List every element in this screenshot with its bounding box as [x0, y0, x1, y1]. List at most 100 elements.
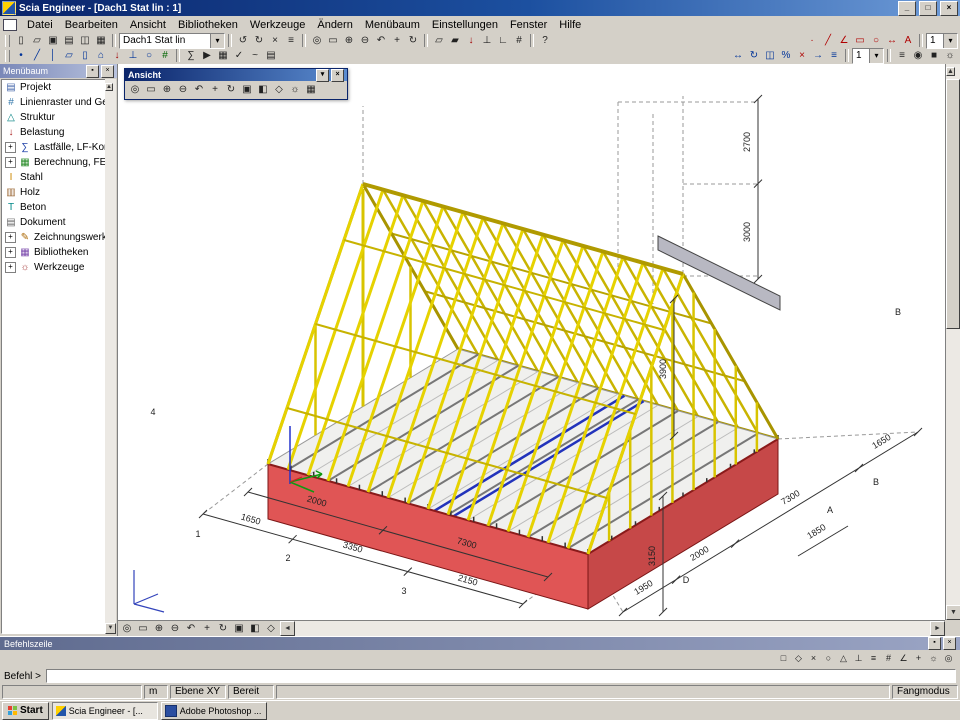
snap-ortho-icon[interactable]: +: [911, 652, 926, 666]
draw-polyline-icon[interactable]: ∠: [836, 34, 852, 48]
show-grid-icon[interactable]: #: [511, 34, 527, 48]
menu-bearbeiten[interactable]: Bearbeiten: [59, 18, 124, 32]
toolbar-grip[interactable]: [5, 35, 10, 47]
chevron-down-icon[interactable]: ▾: [210, 34, 224, 48]
view-top-icon[interactable]: ▣: [239, 83, 255, 97]
expander-icon[interactable]: +: [5, 232, 16, 243]
snap-perpendicular-icon[interactable]: ⊥: [851, 652, 866, 666]
menu-einstellungen[interactable]: Einstellungen: [426, 18, 504, 32]
sidebar-item-dokument[interactable]: ▤Dokument: [2, 215, 106, 230]
scale-field[interactable]: 1 ▾: [926, 33, 958, 49]
ansicht-floating-toolbar[interactable]: Ansicht ▾ × ◎▭⊕⊖↶+↻▣◧◇☼▦: [124, 68, 348, 100]
scroll-up-icon[interactable]: ▲: [946, 67, 955, 76]
extend-icon[interactable]: →: [810, 49, 826, 63]
text-icon[interactable]: A: [900, 34, 916, 48]
task-photoshop[interactable]: Adobe Photoshop ...: [161, 702, 267, 720]
new-column-icon[interactable]: │: [45, 49, 61, 63]
view-front-icon[interactable]: ◧: [255, 83, 271, 97]
menu-datei[interactable]: Datei: [21, 18, 59, 32]
rendered-icon[interactable]: ▰: [447, 34, 463, 48]
toolbar-grip[interactable]: [5, 50, 10, 62]
visibility-icon[interactable]: ◉: [910, 49, 926, 63]
zoom-in-icon[interactable]: ⊕: [159, 83, 175, 97]
scroll-down-icon[interactable]: ▼: [105, 623, 116, 634]
view-top-icon[interactable]: ▣: [231, 622, 247, 636]
snap-off-icon[interactable]: ◎: [941, 652, 956, 666]
fe-mesh-icon[interactable]: ▦: [215, 49, 231, 63]
zoom-in-icon[interactable]: ⊕: [151, 622, 167, 636]
light-icon[interactable]: ☼: [287, 83, 303, 97]
show-loads-icon[interactable]: ↓: [463, 34, 479, 48]
undo-icon[interactable]: ↺: [235, 34, 251, 48]
previous-view-icon[interactable]: ↶: [191, 83, 207, 97]
sidebar-item-struktur[interactable]: △Struktur: [2, 110, 106, 125]
sidebar-item-berechnung[interactable]: +▦Berechnung, FE-Netz: [2, 155, 106, 170]
zoom-all-icon[interactable]: ◎: [127, 83, 143, 97]
zoom-all-icon[interactable]: ◎: [119, 622, 135, 636]
sidebar-item-linienraster[interactable]: #Linienraster und Gescho: [2, 95, 106, 110]
draw-point-icon[interactable]: ·: [804, 34, 820, 48]
view-front-icon[interactable]: ◧: [247, 622, 263, 636]
draw-circle-icon[interactable]: ○: [868, 34, 884, 48]
scrollbar-thumb[interactable]: [946, 79, 960, 329]
trim-icon[interactable]: ×: [794, 49, 810, 63]
new-load-icon[interactable]: ↓: [109, 49, 125, 63]
menu-menuebaum[interactable]: Menübaum: [359, 18, 426, 32]
child-window-icon[interactable]: [3, 19, 17, 31]
check-steel-icon[interactable]: ✓: [231, 49, 247, 63]
pan-icon[interactable]: +: [207, 83, 223, 97]
snap-midpoint-icon[interactable]: ◇: [791, 652, 806, 666]
help-icon[interactable]: ?: [537, 34, 553, 48]
previous-view-icon[interactable]: ↶: [373, 34, 389, 48]
scrollbar-track[interactable]: [295, 621, 930, 636]
properties-icon[interactable]: ≡: [283, 34, 299, 48]
render-mode-icon[interactable]: ▦: [303, 83, 319, 97]
status-units[interactable]: m: [144, 685, 168, 699]
sidebar-item-zeichnungswerkzeuge[interactable]: +✎Zeichnungswerkzeuge: [2, 230, 106, 245]
zoom-out-icon[interactable]: ⊖: [167, 622, 183, 636]
show-local-axes-icon[interactable]: ∟: [495, 34, 511, 48]
print-icon[interactable]: ▤: [61, 34, 77, 48]
expander-icon[interactable]: +: [5, 142, 16, 153]
menu-bibliotheken[interactable]: Bibliotheken: [172, 18, 244, 32]
layer-scale-field[interactable]: 1 ▾: [852, 48, 884, 64]
sidebar-item-holz[interactable]: ▥Holz: [2, 185, 106, 200]
command-caption[interactable]: Befehlszeile ▪ ×: [0, 637, 960, 650]
zoom-window-icon[interactable]: ▭: [143, 83, 159, 97]
chevron-down-icon[interactable]: ▾: [869, 49, 883, 63]
zoom-all-icon[interactable]: ◎: [309, 34, 325, 48]
expander-icon[interactable]: +: [5, 247, 16, 258]
pin-icon[interactable]: ▪: [928, 637, 941, 650]
zoom-in-icon[interactable]: ⊕: [341, 34, 357, 48]
calculator-icon[interactable]: ∑: [183, 49, 199, 63]
axonometric-view-icon[interactable]: ◇: [263, 622, 279, 636]
scroll-up-icon[interactable]: ▲: [105, 83, 113, 91]
snap-intersection-icon[interactable]: ×: [806, 652, 821, 666]
snap-endpoint-icon[interactable]: □: [776, 652, 791, 666]
sidebar-item-stahl[interactable]: IStahl: [2, 170, 106, 185]
rotate-view-icon[interactable]: ↻: [215, 622, 231, 636]
zoom-out-icon[interactable]: ⊖: [357, 34, 373, 48]
sidebar-item-beton[interactable]: TBeton: [2, 200, 106, 215]
run-calculation-icon[interactable]: ▶: [199, 49, 215, 63]
print-preview-icon[interactable]: ◫: [77, 34, 93, 48]
new-hinge-icon[interactable]: ○: [141, 49, 157, 63]
axonometric-view-icon[interactable]: ◇: [271, 83, 287, 97]
mirror-icon[interactable]: ◫: [762, 49, 778, 63]
document-icon[interactable]: ▤: [263, 49, 279, 63]
rotate-view-icon[interactable]: ↻: [223, 83, 239, 97]
command-input[interactable]: [46, 669, 956, 683]
mesh-icon[interactable]: #: [157, 49, 173, 63]
close-icon[interactable]: ×: [331, 69, 344, 82]
scroll-down-icon[interactable]: ▼: [946, 605, 960, 620]
snap-center-icon[interactable]: ○: [821, 652, 836, 666]
zoom-window-icon[interactable]: ▭: [325, 34, 341, 48]
pan-icon[interactable]: +: [199, 622, 215, 636]
pan-icon[interactable]: +: [389, 34, 405, 48]
sidebar-item-belastung[interactable]: ↓Belastung: [2, 125, 106, 140]
panel-caption[interactable]: Menübaum ▪ ×: [0, 64, 117, 78]
new-beam-icon[interactable]: ╱: [29, 49, 45, 63]
status-snap-mode[interactable]: Fangmodus: [892, 685, 958, 699]
horizontal-scrollbar[interactable]: ◎▭⊕⊖↶+↻▣◧◇ ◄ ►: [118, 620, 945, 636]
start-button[interactable]: Start: [2, 702, 49, 720]
